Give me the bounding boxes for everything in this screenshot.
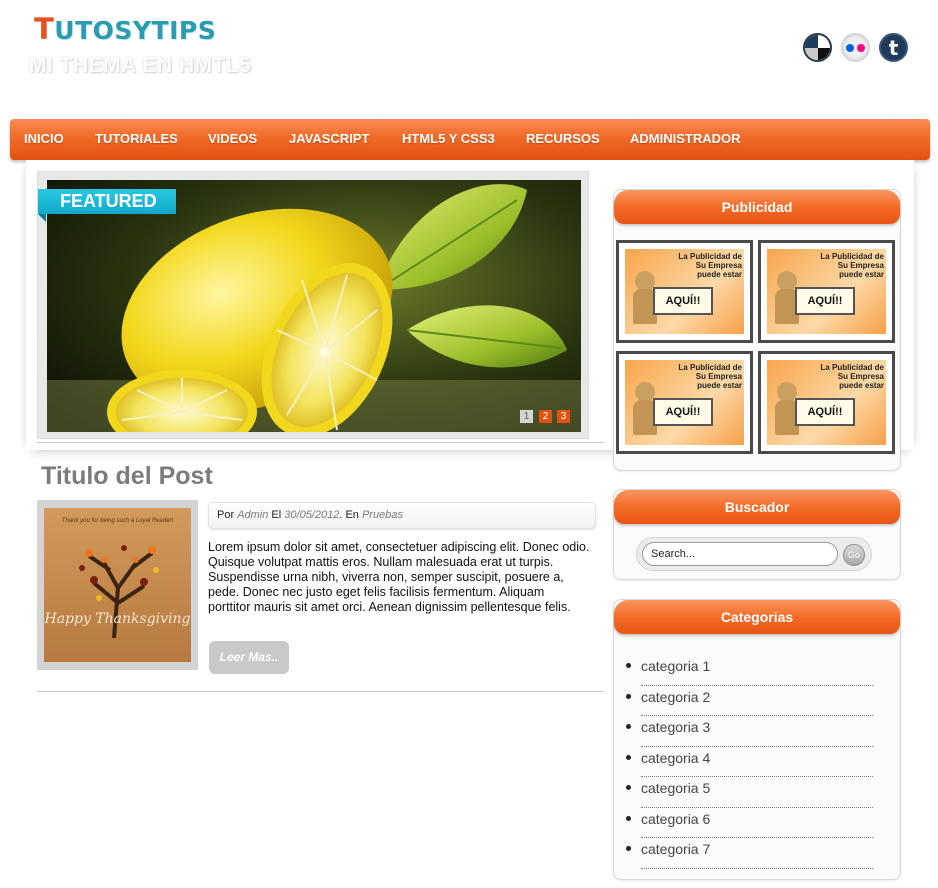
- ad-board: AQUÍ!!: [795, 398, 855, 426]
- meta-in: . En: [339, 509, 362, 521]
- ad-text: La Publicidad de Su Empresa puede estar: [678, 363, 742, 390]
- ad-banner[interactable]: La Publicidad de Su Empresa puede estar …: [758, 351, 895, 454]
- ad-figure-icon: [777, 271, 797, 291]
- widget-title: Buscador: [614, 490, 900, 524]
- ad-board: AQUÍ!!: [653, 398, 713, 426]
- post-category[interactable]: Pruebas: [362, 509, 403, 521]
- nav-item-html5-css3[interactable]: HTML5 Y CSS3: [402, 131, 495, 146]
- ad-banner[interactable]: La Publicidad de Su Empresa puede estar …: [758, 240, 895, 343]
- nav-item-recursos[interactable]: RECURSOS: [526, 131, 600, 146]
- category-item[interactable]: categoria 1: [626, 655, 873, 686]
- category-item[interactable]: categoria 5: [626, 777, 873, 808]
- featured-badge: FEATURED: [38, 189, 176, 222]
- ad-text: La Publicidad de Su Empresa puede estar: [820, 363, 884, 390]
- widget-title: Categorias: [614, 600, 900, 634]
- ad-banner[interactable]: La Publicidad de Su Empresa puede estar …: [616, 351, 753, 454]
- category-item[interactable]: categoria 6: [626, 808, 873, 838]
- category-item[interactable]: categoria 2: [626, 686, 873, 716]
- nav-item-videos[interactable]: VIDEOS: [208, 131, 257, 146]
- thanksgiving-image: Thank you for being such a Loyal Reader!…: [44, 508, 191, 662]
- post-author[interactable]: Admin: [237, 509, 268, 521]
- delicious-icon[interactable]: [803, 33, 832, 62]
- post-meta: Por Admin El 30/05/2012. En Pruebas: [208, 502, 596, 529]
- ad-board: AQUÍ!!: [795, 287, 855, 315]
- thumb-caption: Happy Thanksgiving: [44, 611, 191, 627]
- slide-image[interactable]: [47, 180, 581, 432]
- site-tagline: MI THEMA EN HMTL5: [29, 54, 252, 77]
- ad-figure-icon: [635, 271, 655, 291]
- slider-page-2[interactable]: 2: [539, 410, 552, 423]
- ad-banner[interactable]: La Publicidad de Su Empresa puede estar …: [616, 240, 753, 343]
- search-input[interactable]: [642, 542, 838, 566]
- ad-board: AQUÍ!!: [653, 287, 713, 315]
- slider-page-3[interactable]: 3: [557, 410, 570, 423]
- read-more-button[interactable]: Leer Mas..: [209, 641, 289, 674]
- autumn-tree-icon: [79, 545, 159, 639]
- meta-by: Por: [217, 509, 238, 521]
- nav-item-tutoriales[interactable]: TUTORIALES: [95, 131, 178, 146]
- lemon-illustration: [47, 180, 581, 432]
- logo-text: UTOSYTIPS: [54, 16, 217, 45]
- category-item[interactable]: categoria 4: [626, 747, 873, 777]
- category-item[interactable]: categoria 7: [626, 838, 873, 869]
- tumblr-icon[interactable]: t: [879, 33, 908, 62]
- flickr-icon[interactable]: [841, 33, 870, 62]
- post-thumbnail[interactable]: Thank you for being such a Loyal Reader!…: [37, 500, 198, 670]
- divider: [37, 442, 604, 443]
- ad-text: La Publicidad de Su Empresa puede estar: [820, 252, 884, 279]
- site-logo[interactable]: TUTOSYTIPS: [34, 12, 216, 46]
- category-list: categoria 1 categoria 2 categoria 3 cate…: [626, 655, 873, 869]
- post-title[interactable]: Titulo del Post: [41, 462, 213, 491]
- ad-text: La Publicidad de Su Empresa puede estar: [678, 252, 742, 279]
- post-excerpt: Lorem ipsum dolor sit amet, consectetuer…: [208, 540, 590, 614]
- category-item[interactable]: categoria 3: [626, 716, 873, 747]
- nav-item-inicio[interactable]: INICIO: [24, 131, 64, 146]
- logo-initial: T: [34, 12, 55, 46]
- search-go-button[interactable]: Go: [843, 544, 865, 566]
- post-date: 30/05/2012: [284, 509, 340, 521]
- ad-figure-icon: [777, 382, 797, 402]
- ad-figure-icon: [635, 382, 655, 402]
- nav-item-administrador[interactable]: ADMINISTRADOR: [630, 131, 741, 146]
- slider-page-1[interactable]: 1: [520, 410, 533, 423]
- nav-item-javascript[interactable]: JAVASCRIPT: [289, 131, 369, 146]
- main-nav: INICIO TUTORIALES VIDEOS JAVASCRIPT HTML…: [10, 119, 930, 160]
- widget-title: Publicidad: [614, 190, 900, 224]
- divider: [37, 691, 604, 692]
- meta-on: El: [268, 509, 285, 521]
